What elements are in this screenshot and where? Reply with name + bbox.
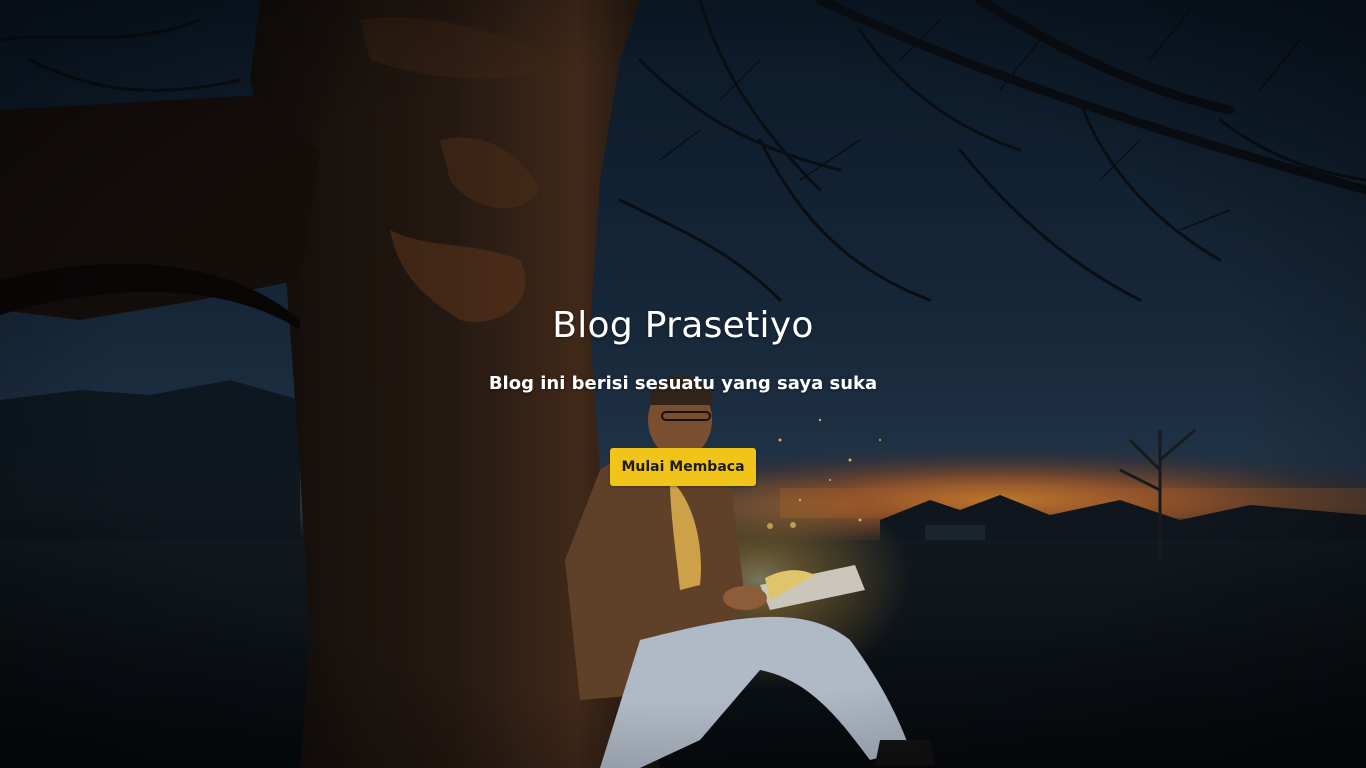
site-title: Blog Prasetiyo	[552, 305, 814, 346]
site-tagline: Blog ini berisi sesuatu yang saya suka	[488, 373, 878, 394]
hero-content: Blog Prasetiyo Blog ini berisi sesuatu y…	[0, 0, 1366, 768]
start-reading-button[interactable]: Mulai Membaca	[610, 448, 756, 486]
hero-section: Blog Prasetiyo Blog ini berisi sesuatu y…	[0, 0, 1366, 768]
